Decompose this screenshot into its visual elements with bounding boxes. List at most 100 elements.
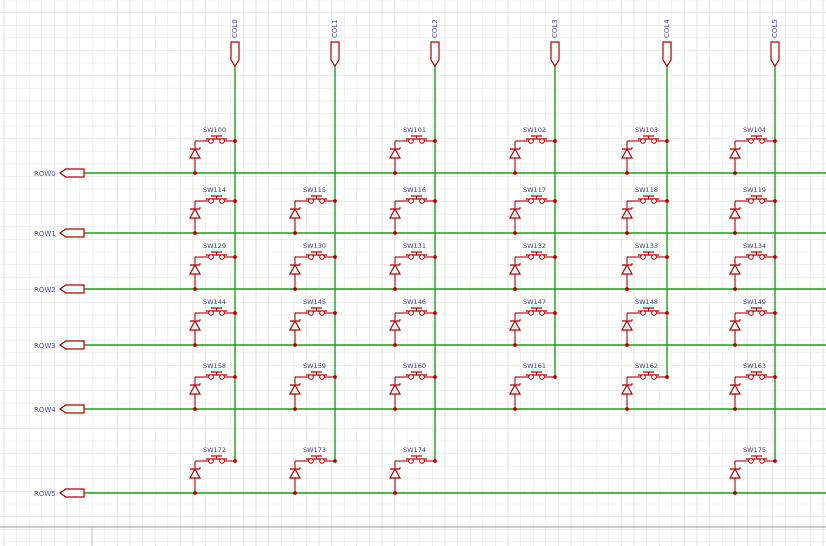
switch-terminal [319,198,325,204]
junction-dot [193,287,197,291]
row-port: ROW5 [34,488,85,498]
junction-dot [625,287,629,291]
row-label: ROW5 [34,490,56,498]
diode-triangle [388,383,402,395]
column-label: COL2 [431,19,439,38]
switch-terminal [319,254,325,260]
switch-ref-label: SW103 [635,126,658,134]
junction-dot [193,171,197,175]
column-port-symbol [330,41,340,68]
switch-terminal [748,458,754,464]
row-port-symbol [58,404,85,414]
junction-dot [293,407,297,411]
switch-terminal [759,198,765,204]
junction-dot [665,311,669,315]
switch-terminal [208,198,214,204]
switch-terminal [319,458,325,464]
junction-dot [333,255,337,259]
switch-ref-label: SW101 [403,126,426,134]
switch-ref-label: SW134 [743,242,766,250]
diode-triangle [508,383,522,395]
switch-diode-pair: SW159 [288,362,337,411]
schematic-grid [0,0,826,546]
diode-triangle [508,147,522,159]
junction-dot [393,231,397,235]
switch-terminal [528,254,534,260]
switch-terminal [408,254,414,260]
switch-terminal [308,254,314,260]
junction-dot [625,171,629,175]
junction-dot [733,491,737,495]
switch-terminal [640,138,646,144]
row-port-symbol [58,340,85,350]
switch-diode-pair: SW158 [188,362,237,411]
switch-diode-pair: SW134 [728,242,777,291]
junction-dot [733,407,737,411]
junction-dot [553,139,557,143]
diode-triangle [388,147,402,159]
switch-terminal [748,310,754,316]
switch-terminal [748,374,754,380]
junction-dot [665,199,669,203]
junction-dot [193,343,197,347]
column-label: COL5 [771,19,779,38]
switch-diode-pair: SW103 [620,126,669,175]
diode-triangle [388,207,402,219]
switch-terminal [748,198,754,204]
switch-terminal [208,374,214,380]
switch-diode-pair: SW119 [728,186,777,235]
junction-dot [625,231,629,235]
junction-dot [393,171,397,175]
junction-dot [393,491,397,495]
switch-terminal [640,374,646,380]
diode-triangle [508,319,522,331]
switch-diode-pair: SW115 [288,186,337,235]
junction-dot [553,255,557,259]
diode-triangle [288,383,302,395]
junction-dot [193,407,197,411]
switch-ref-label: SW117 [523,186,546,194]
junction-dot [233,459,237,463]
column-port: COL2 [430,19,440,68]
switch-diode-pairs: SW100 SW101 SW102 SW103 SW104 SW114 SW115 SW116… [188,126,777,495]
switch-terminal [528,310,534,316]
switch-terminal [408,310,414,316]
switch-terminal [640,310,646,316]
switch-terminal [419,458,425,464]
junction-dot [665,255,669,259]
switch-terminal [219,254,225,260]
switch-terminal [419,374,425,380]
junction-dot [625,343,629,347]
diode-triangle [188,319,202,331]
row-label: ROW1 [34,230,56,238]
junction-dot [665,375,669,379]
junction-dot [513,231,517,235]
switch-terminal [219,138,225,144]
switch-ref-label: SW172 [203,446,226,454]
switch-terminal [208,254,214,260]
switch-terminal [408,458,414,464]
junction-dot [233,375,237,379]
switch-ref-label: SW118 [635,186,658,194]
junction-dot [433,199,437,203]
switch-terminal [219,310,225,316]
switch-ref-label: SW147 [523,298,546,306]
switch-terminal [208,458,214,464]
diode-triangle [388,467,402,479]
switch-terminal [651,254,657,260]
diode-triangle [288,263,302,275]
junction-dot [193,231,197,235]
junction-dot [773,139,777,143]
column-label: COL3 [551,19,559,38]
switch-ref-label: SW162 [635,362,658,370]
switch-terminal [219,198,225,204]
junction-dot [773,311,777,315]
switch-terminal [748,138,754,144]
junction-dot [393,343,397,347]
junction-dot [433,311,437,315]
switch-diode-pair: SW130 [288,242,337,291]
junction-dot [513,343,517,347]
column-port-symbol [770,41,780,68]
switch-terminal [208,138,214,144]
switch-terminal [308,374,314,380]
